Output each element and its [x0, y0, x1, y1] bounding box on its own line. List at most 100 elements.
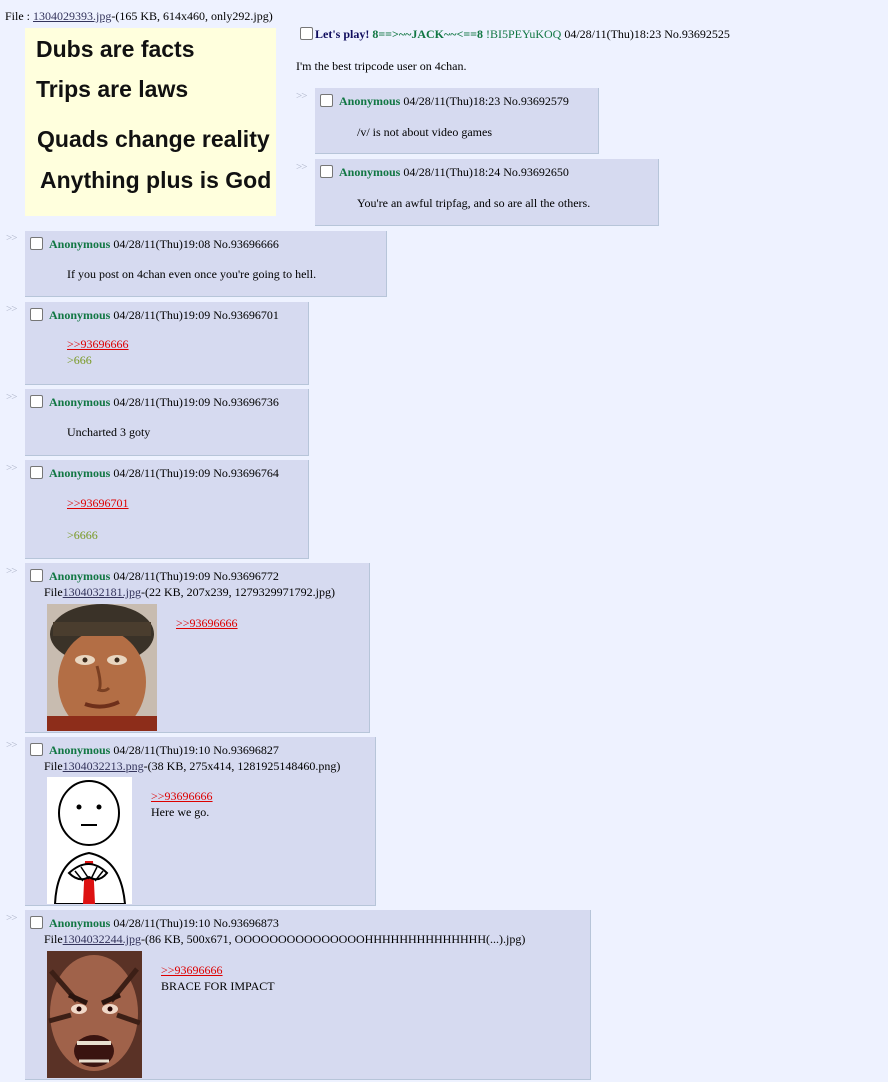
- post-number[interactable]: No.93696827: [213, 743, 279, 757]
- reply-arrow: >>: [6, 232, 17, 244]
- op-file-info: File : 1304029393.jpg-(165 KB, 614x460, …: [5, 9, 273, 24]
- post-header: Anonymous 04/28/11(Thu)18:23 No.93692579: [320, 94, 569, 109]
- post-checkbox[interactable]: [30, 308, 43, 321]
- quote-link[interactable]: >>93696666: [67, 336, 129, 352]
- post-message: Uncharted 3 goty: [67, 425, 151, 439]
- post-datetime: 04/28/11(Thu)19:10: [113, 916, 211, 930]
- post-datetime: 04/28/11(Thu)19:10: [113, 743, 211, 757]
- file-link[interactable]: 1304032244.jpg: [63, 932, 141, 946]
- op-header: Let's play! 8==>~~JACK~~<==8 !BI5PEYuKOQ…: [300, 27, 730, 42]
- thumbnail-image[interactable]: [47, 604, 157, 731]
- greentext-line: >666: [67, 353, 92, 367]
- op-message: I'm the best tripcode user on 4chan.: [296, 59, 467, 73]
- quote-link[interactable]: >>93696701: [67, 495, 129, 511]
- post-datetime: 04/28/11(Thu)18:24: [403, 165, 501, 179]
- post-number[interactable]: No.93692525: [664, 27, 730, 41]
- reply-arrow: >>: [296, 90, 307, 102]
- post-number[interactable]: No.93696701: [213, 308, 279, 322]
- rage-face-thumbnail: [47, 777, 132, 904]
- post-header: Anonymous 04/28/11(Thu)19:10 No.93696827: [30, 743, 279, 758]
- post-number[interactable]: No.93696873: [213, 916, 279, 930]
- poster-name: 8==>~~JACK~~<==8: [372, 27, 483, 41]
- post-text-line: Here we go.: [151, 805, 210, 819]
- post-checkbox[interactable]: [30, 395, 43, 408]
- post-number[interactable]: No.93696736: [213, 395, 279, 409]
- post-checkbox[interactable]: [320, 165, 333, 178]
- post-text-line: BRACE FOR IMPACT: [161, 979, 275, 993]
- reply-post: Anonymous 04/28/11(Thu)19:09 No.93696701…: [25, 302, 309, 385]
- post-subject: Let's play!: [315, 27, 370, 41]
- reply-post: Anonymous 04/28/11(Thu)19:09 No.93696772…: [25, 563, 370, 733]
- post-header: Anonymous 04/28/11(Thu)19:09 No.93696772: [30, 569, 279, 584]
- post-checkbox[interactable]: [320, 94, 333, 107]
- post-checkbox[interactable]: [30, 916, 43, 929]
- image-text-line: Trips are laws: [36, 76, 189, 102]
- post-header: Anonymous 04/28/11(Thu)19:09 No.93696736: [30, 395, 279, 410]
- post-checkbox[interactable]: [30, 466, 43, 479]
- post-message: You're an awful tripfag, and so are all …: [357, 196, 591, 210]
- op-image[interactable]: Dubs are facts Trips are laws Quads chan…: [25, 28, 276, 216]
- poster-name: Anonymous: [339, 165, 401, 179]
- post-datetime: 04/28/11(Thu)19:09: [113, 395, 211, 409]
- file-link[interactable]: 1304032181.jpg: [63, 585, 141, 599]
- post-header: Anonymous 04/28/11(Thu)19:09 No.93696764: [30, 466, 279, 481]
- reply-arrow: >>: [6, 912, 17, 924]
- reply-post: Anonymous 04/28/11(Thu)19:09 No.93696736…: [25, 389, 309, 456]
- post-message: If you post on 4chan even once you're go…: [67, 267, 317, 281]
- file-label: File: [44, 932, 63, 946]
- post-number[interactable]: No.93696764: [213, 466, 279, 480]
- thumbnail-image[interactable]: [47, 951, 142, 1078]
- post-header: Anonymous 04/28/11(Thu)19:09 No.93696701: [30, 308, 279, 323]
- op-file-link[interactable]: 1304029393.jpg: [33, 9, 111, 23]
- poster-name: Anonymous: [49, 916, 111, 930]
- reply-arrow: >>: [296, 161, 307, 173]
- post-header: Anonymous 04/28/11(Thu)19:10 No.93696873: [30, 916, 279, 931]
- poster-name: Anonymous: [49, 743, 111, 757]
- reply-arrow: >>: [6, 391, 17, 403]
- post-number[interactable]: No.93692579: [503, 94, 569, 108]
- post-message: >>93696666 >666: [67, 336, 129, 368]
- reply-arrow: >>: [6, 565, 17, 577]
- reply-post: Anonymous 04/28/11(Thu)19:10 No.93696827…: [25, 737, 376, 906]
- quote-link[interactable]: >>93696666: [161, 962, 275, 978]
- poster-name: Anonymous: [49, 237, 111, 251]
- post-header: Anonymous 04/28/11(Thu)19:08 No.93696666: [30, 237, 279, 252]
- poster-name: Anonymous: [49, 569, 111, 583]
- thumbnail-image[interactable]: [47, 777, 132, 904]
- file-meta: -(165 KB, 614x460, only292.jpg): [111, 9, 273, 23]
- post-message: >>93696666 BRACE FOR IMPACT: [161, 962, 275, 994]
- file-label: File: [44, 585, 63, 599]
- post-message: /v/ is not about video games: [357, 125, 492, 139]
- file-meta: -(86 KB, 500x671, OOOOOOOOOOOOOOOHHHHHHH…: [141, 932, 526, 946]
- post-checkbox[interactable]: [30, 743, 43, 756]
- quote-link[interactable]: >>93696666: [151, 788, 213, 804]
- file-info: File1304032213.png-(38 KB, 275x414, 1281…: [44, 759, 340, 774]
- reply-arrow: >>: [6, 303, 17, 315]
- quote-link[interactable]: >>93696666: [176, 615, 238, 631]
- post-datetime: 04/28/11(Thu)19:09: [113, 569, 211, 583]
- screaming-face-thumbnail: [47, 951, 142, 1078]
- reply-post: Anonymous 04/28/11(Thu)18:23 No.93692579…: [315, 88, 599, 154]
- file-label: File: [44, 759, 63, 773]
- file-info: File1304032181.jpg-(22 KB, 207x239, 1279…: [44, 585, 335, 600]
- post-message: >>93696701 >6666: [67, 495, 129, 543]
- file-link[interactable]: 1304032213.png: [63, 759, 144, 773]
- file-meta: -(38 KB, 275x414, 1281925148460.png): [143, 759, 341, 773]
- post-datetime: 04/28/11(Thu)19:09: [113, 308, 211, 322]
- post-number[interactable]: No.93696666: [213, 237, 279, 251]
- post-number[interactable]: No.93696772: [213, 569, 279, 583]
- post-checkbox[interactable]: [30, 569, 43, 582]
- post-checkbox[interactable]: [30, 237, 43, 250]
- image-text-line: Anything plus is God: [40, 167, 272, 193]
- post-datetime: 04/28/11(Thu)19:08: [113, 237, 211, 251]
- reply-post: Anonymous 04/28/11(Thu)19:10 No.93696873…: [25, 910, 591, 1080]
- reply-post: Anonymous 04/28/11(Thu)18:24 No.93692650…: [315, 159, 659, 226]
- post-message: >>93696666: [176, 615, 238, 631]
- post-number[interactable]: No.93692650: [503, 165, 569, 179]
- post-message: >>93696666 Here we go.: [151, 788, 213, 820]
- post-checkbox[interactable]: [300, 27, 313, 40]
- soldier-face-thumbnail: [47, 604, 157, 731]
- post-datetime: 04/28/11(Thu)18:23: [403, 94, 501, 108]
- reply-post: Anonymous 04/28/11(Thu)19:09 No.93696764…: [25, 460, 309, 559]
- reply-arrow: >>: [6, 462, 17, 474]
